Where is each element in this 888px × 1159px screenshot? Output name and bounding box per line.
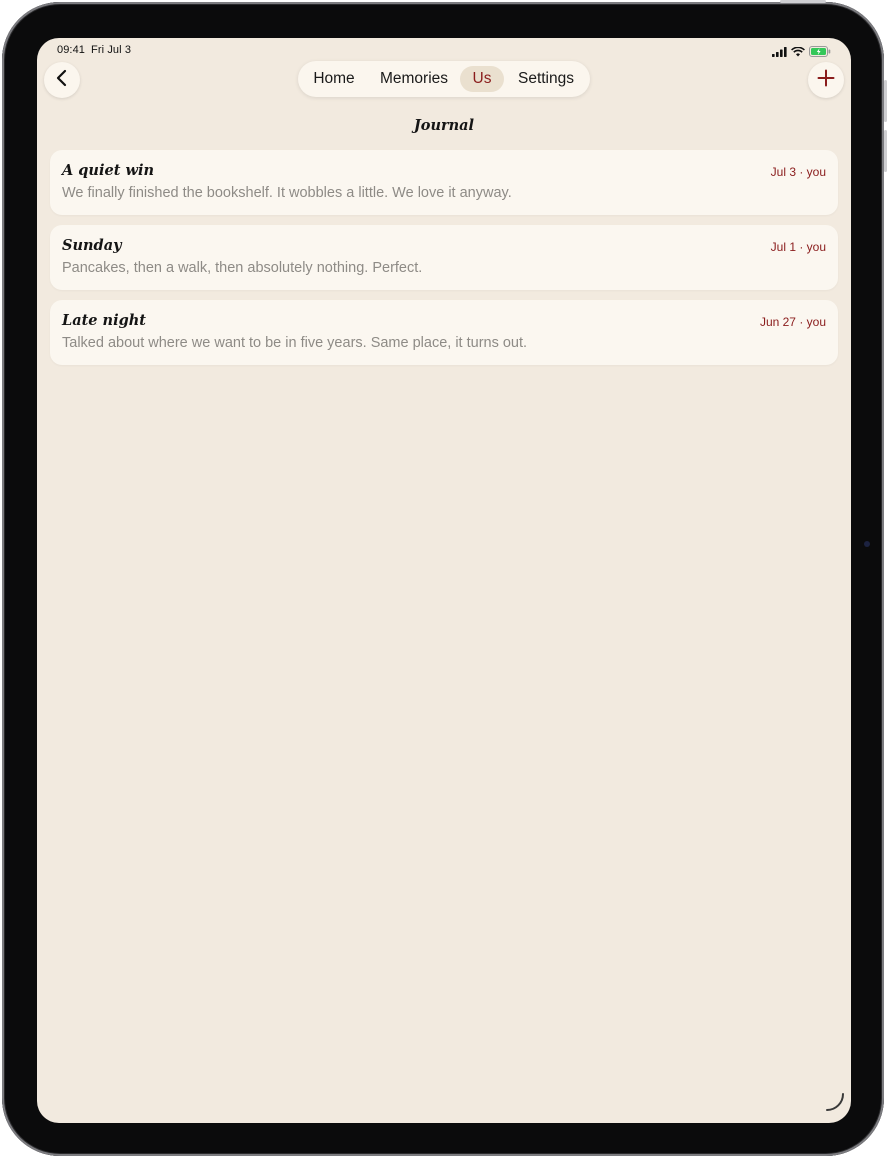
chevron-left-icon (55, 69, 69, 92)
status-time: 09:41 (57, 44, 86, 56)
tab-home[interactable]: Home (306, 66, 362, 92)
back-button[interactable] (44, 62, 80, 98)
camera-dot (864, 541, 870, 547)
entry-title: A quiet win (62, 162, 154, 179)
top-button (780, 0, 826, 3)
journal-list: A quiet win Jul 3 · you We finally finis… (50, 150, 838, 375)
wifi-icon (791, 44, 805, 62)
tab-memories[interactable]: Memories (372, 66, 456, 92)
resize-corner-icon[interactable] (823, 1090, 847, 1119)
entry-body: We finally finished the bookshelf. It wo… (62, 185, 512, 201)
tab-settings[interactable]: Settings (510, 66, 582, 92)
journal-entry[interactable]: Late night Jun 27 · you Talked about whe… (50, 300, 838, 365)
screen: 09:41 Fri Jul 3 Home Memories Us Setting… (37, 38, 851, 1123)
entry-title: Sunday (62, 237, 122, 254)
entry-meta: Jul 3 · you (770, 165, 826, 179)
entry-body: Pancakes, then a walk, then absolutely n… (62, 260, 423, 276)
journal-entry[interactable]: A quiet win Jul 3 · you We finally finis… (50, 150, 838, 215)
journal-entry[interactable]: Sunday Jul 1 · you Pancakes, then a walk… (50, 225, 838, 290)
plus-icon (817, 69, 835, 92)
battery-charging-icon (809, 44, 831, 62)
tab-bar: Home Memories Us Settings (298, 61, 590, 97)
entry-body: Talked about where we want to be in five… (62, 335, 528, 351)
cellular-signal-icon (772, 44, 787, 62)
status-date: Fri Jul 3 (91, 44, 132, 56)
entry-title: Late night (62, 312, 146, 329)
status-bar-left: 09:41 Fri Jul 3 (57, 44, 131, 56)
page-title: Journal (413, 117, 475, 134)
status-bar-right (772, 44, 831, 62)
tab-us[interactable]: Us (460, 66, 504, 92)
entry-meta: Jun 27 · you (759, 315, 826, 329)
add-entry-button[interactable] (808, 62, 844, 98)
volume-up-button (884, 80, 887, 122)
volume-down-button (884, 130, 887, 172)
entry-meta: Jul 1 · you (770, 240, 826, 254)
